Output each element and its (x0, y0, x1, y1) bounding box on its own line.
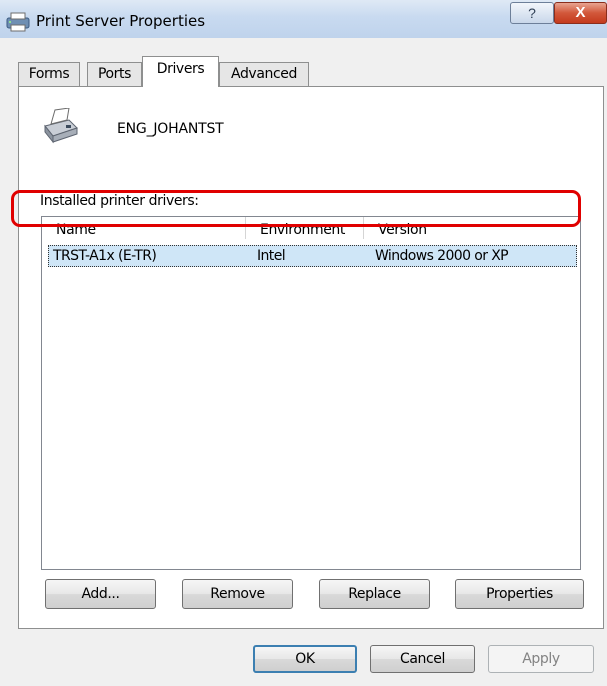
tab-forms[interactable]: Forms (18, 62, 80, 86)
dialog-body: Forms Ports Drivers Advanced ENG_JOHANTS… (0, 38, 607, 686)
row-version: Windows 2000 or XP (375, 248, 509, 264)
row-driver-name: TRST-A1x (E-TR) (53, 248, 157, 264)
list-header: Name Environment Version (42, 217, 580, 239)
cancel-button[interactable]: Cancel (370, 645, 475, 673)
drivers-tab-panel: ENG_JOHANTST Installed printer drivers: … (18, 86, 604, 629)
properties-button[interactable]: Properties (455, 579, 584, 609)
row-environment: Intel (257, 248, 286, 264)
tab-drivers[interactable]: Drivers (142, 56, 219, 87)
window-title: Print Server Properties (36, 12, 206, 30)
replace-button[interactable]: Replace (319, 579, 430, 609)
apply-button[interactable]: Apply (488, 645, 594, 673)
title-bar: Print Server Properties ? X (0, 0, 607, 38)
add-button[interactable]: Add... (45, 579, 156, 609)
help-button[interactable]: ? (510, 2, 554, 24)
print-server-icon (6, 12, 30, 32)
tab-advanced[interactable]: Advanced (219, 62, 309, 86)
installed-drivers-label: Installed printer drivers: (40, 193, 199, 209)
tab-ports[interactable]: Ports (87, 62, 142, 86)
close-button[interactable]: X (554, 2, 607, 24)
remove-button[interactable]: Remove (182, 579, 293, 609)
table-row[interactable]: TRST-A1x (E-TR) Intel Windows 2000 or XP (48, 245, 577, 267)
drivers-list[interactable]: Name Environment Version TRST-A1x (E-TR)… (41, 216, 581, 570)
column-header-environment[interactable]: Environment (246, 217, 364, 239)
server-name: ENG_JOHANTST (117, 121, 224, 137)
column-header-version[interactable]: Version (364, 217, 580, 239)
ok-button[interactable]: OK (253, 645, 357, 673)
column-header-name[interactable]: Name (42, 217, 246, 239)
printer-fax-icon (44, 108, 78, 144)
